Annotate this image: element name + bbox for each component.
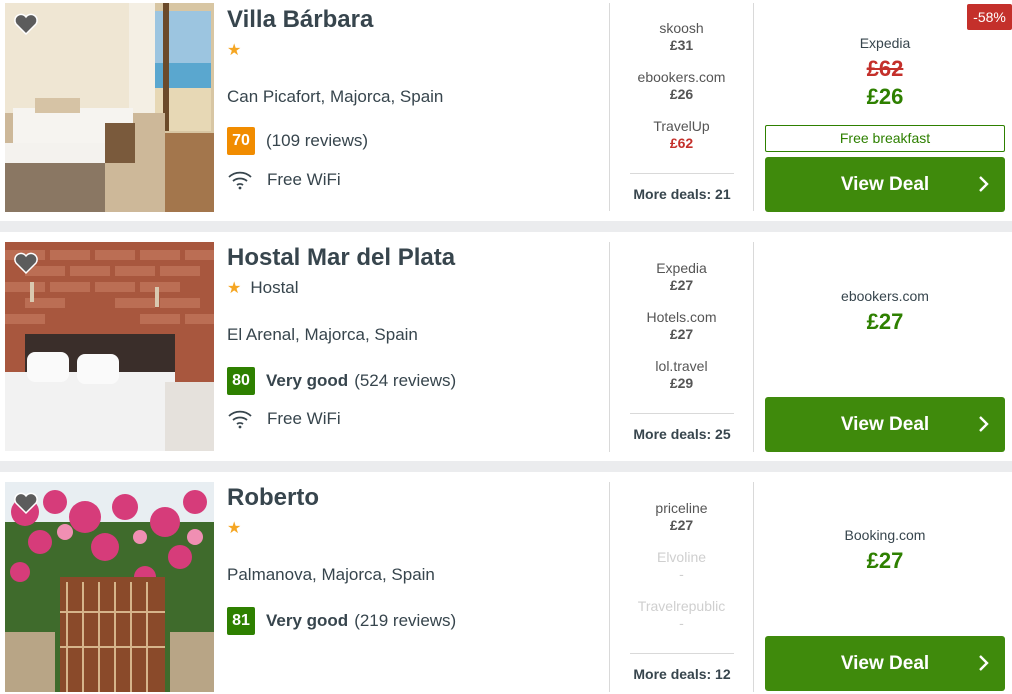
deal-provider: priceline [655,500,708,516]
hotel-card[interactable]: Hostal Mar del Plata ★ Hostal El Arenal, … [0,232,1012,461]
more-deals-link[interactable]: More deals: 12 [630,653,734,682]
view-deal-label: View Deal [840,173,930,195]
star-icon: ★ [227,42,242,59]
deal-item: Travelrepublic - [610,598,753,647]
hotel-photo[interactable] [5,3,214,212]
deal-item[interactable]: ebookers.com £26 [610,69,753,118]
review-summary[interactable]: 80 Very good (524 reviews) [227,367,456,395]
deal-provider: ebookers.com [637,69,726,85]
other-deals: priceline £27 Elvoline - Travelrepublic - [610,500,753,647]
wifi-icon [228,410,252,429]
hotel-card[interactable]: Villa Bárbara ★ Can Picafort, Majorca, S… [0,0,1012,221]
deal-provider: Elvoline [656,549,707,565]
star-icon: ★ [227,280,242,297]
hotel-location[interactable]: Can Picafort, Majorca, Spain [227,87,443,107]
deal-provider: Expedia [656,260,707,276]
deal-provider: Hotels.com [646,309,717,325]
deal-item[interactable]: lol.travel £29 [610,358,753,407]
deal-price: £26 [669,86,694,102]
best-deal-provider: ebookers.com [841,288,929,304]
best-deal-provider: Expedia [859,35,911,51]
chevron-right-icon [979,176,989,192]
deal-price: £27 [669,326,694,342]
wifi-icon [228,171,252,190]
amenity-label: Free WiFi [267,409,341,428]
deal-price: £62 [669,135,694,151]
deal-item[interactable]: Hotels.com £27 [610,309,753,358]
deal-provider: TravelUp [653,118,710,134]
more-deals-link[interactable]: More deals: 25 [630,413,734,442]
hotel-name[interactable]: Roberto [227,484,319,512]
property-type: Hostal [250,278,299,297]
review-score-badge: 81 [227,607,255,635]
star-rating: ★ [227,40,241,60]
view-deal-button[interactable]: View Deal [765,636,1005,691]
hotel-location[interactable]: El Arenal, Majorca, Spain [227,325,418,345]
chevron-right-icon [979,655,989,671]
other-deals: Expedia £27 Hotels.com £27 lol.travel £29 [610,260,753,407]
best-deal[interactable]: Expedia £62 £26 [765,35,1005,110]
deal-item[interactable]: TravelUp £62 [610,118,753,167]
column-divider [753,3,754,211]
chevron-right-icon [979,416,989,432]
best-deal-provider: Booking.com [844,527,926,543]
favorite-heart-icon[interactable] [13,12,39,36]
favorite-heart-icon[interactable] [13,491,39,515]
deal-price: - [679,566,684,582]
other-deals: skoosh £31 ebookers.com £26 TravelUp £62 [610,20,753,167]
best-price: £27 [866,309,904,334]
hotel-card[interactable]: Roberto ★ Palmanova, Majorca, Spain 81 V… [0,472,1012,694]
original-price: £62 [866,56,904,81]
more-deals-link[interactable]: More deals: 21 [630,173,734,202]
hotel-photo[interactable] [5,482,214,692]
review-summary[interactable]: 70 (109 reviews) [227,127,368,155]
deal-provider: Travelrepublic [637,598,726,614]
deal-provider: lol.travel [655,358,708,374]
free-breakfast-tag: Free breakfast [765,125,1005,152]
deal-item: Elvoline - [610,549,753,598]
rating-word: Very good [266,371,349,390]
view-deal-label: View Deal [840,652,930,674]
column-divider [753,242,754,452]
review-count: (219 reviews) [354,611,457,630]
deal-price: £29 [669,375,694,391]
column-divider [753,482,754,692]
star-icon: ★ [227,520,242,537]
amenity: Free WiFi [227,170,341,190]
discount-badge: -58% [967,4,1012,30]
star-rating: ★ Hostal [227,278,299,298]
deal-item[interactable]: Expedia £27 [610,260,753,309]
hotel-photo[interactable] [5,242,214,451]
review-count: (109 reviews) [266,131,369,150]
deal-item[interactable]: priceline £27 [610,500,753,549]
view-deal-label: View Deal [840,413,930,435]
hotel-results-list: Villa Bárbara ★ Can Picafort, Majorca, S… [0,0,1012,694]
best-deal[interactable]: Booking.com £27 [765,527,1005,574]
best-deal[interactable]: ebookers.com £27 [765,288,1005,335]
view-deal-button[interactable]: View Deal [765,397,1005,452]
deal-price: £27 [669,517,694,533]
best-price: £26 [866,84,904,109]
hotel-location[interactable]: Palmanova, Majorca, Spain [227,565,435,585]
review-score-badge: 80 [227,367,255,395]
review-score-badge: 70 [227,127,255,155]
hotel-name[interactable]: Hostal Mar del Plata [227,244,455,272]
deal-item[interactable]: skoosh £31 [610,20,753,69]
favorite-heart-icon[interactable] [13,251,39,275]
best-price: £27 [866,548,904,573]
review-count: (524 reviews) [354,371,457,390]
deal-price: £31 [669,37,694,53]
star-rating: ★ [227,518,241,538]
deal-price: - [679,615,684,631]
amenity-label: Free WiFi [267,170,341,189]
amenity: Free WiFi [227,409,341,429]
deal-provider: skoosh [659,20,704,36]
rating-word: Very good [266,611,349,630]
review-summary[interactable]: 81 Very good (219 reviews) [227,607,456,635]
view-deal-button[interactable]: View Deal [765,157,1005,212]
deal-price: £27 [669,277,694,293]
hotel-name[interactable]: Villa Bárbara [227,6,373,34]
